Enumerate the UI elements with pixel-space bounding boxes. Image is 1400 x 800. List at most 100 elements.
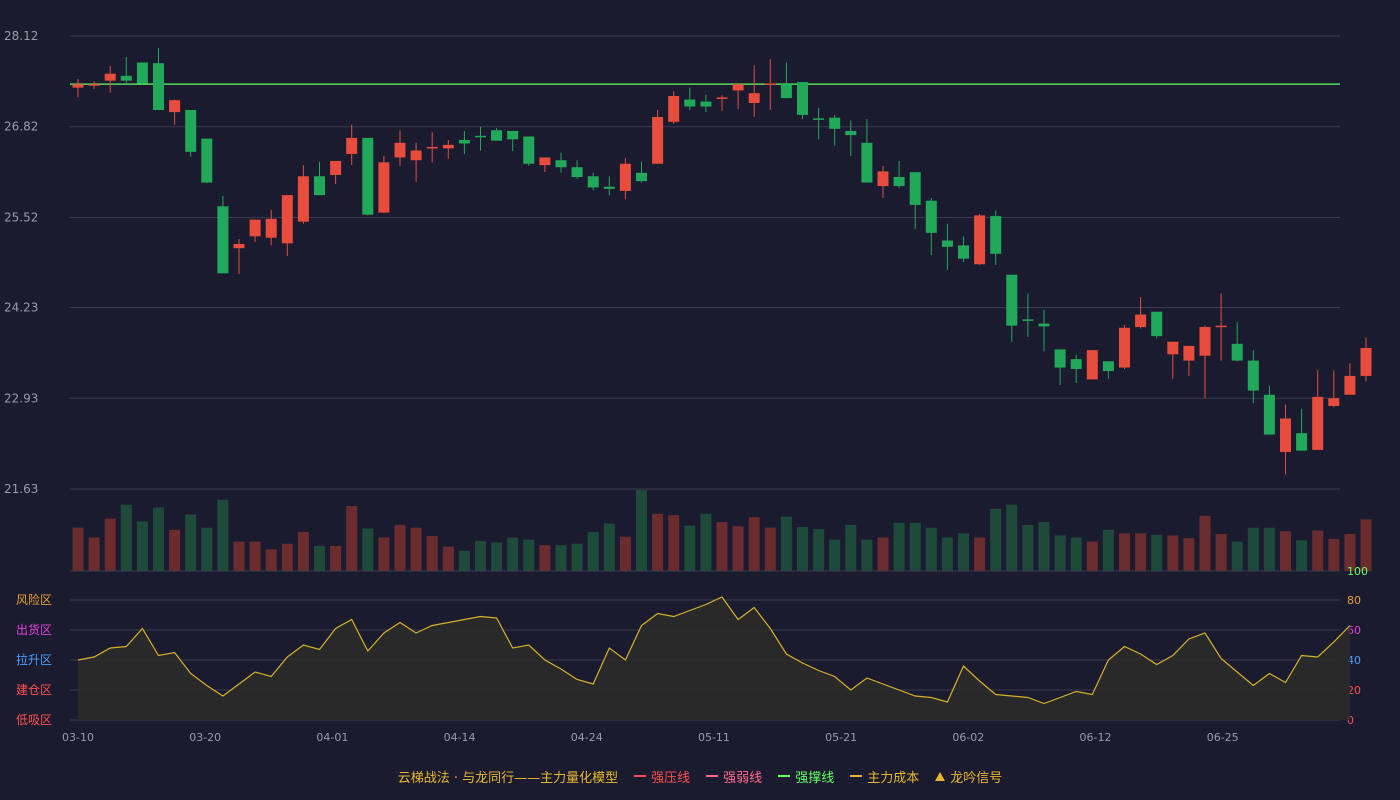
candle-body — [1006, 274, 1018, 326]
candle-body — [813, 118, 825, 120]
volume-bar — [136, 521, 148, 571]
y-tick-label: 25.52 — [4, 210, 38, 224]
volume-bar — [1296, 540, 1308, 571]
volume-bar — [941, 537, 953, 571]
volume-bar — [1054, 535, 1066, 571]
candle-body — [974, 215, 986, 265]
volume-bar — [958, 533, 969, 571]
volume-bar — [555, 545, 567, 571]
volume-bar — [893, 522, 905, 571]
candle-body — [185, 109, 197, 152]
volume-bar — [410, 527, 422, 571]
candle-body — [1199, 327, 1211, 356]
legend-item-strength[interactable]: 强弱线 — [706, 767, 762, 786]
y-tick-label: 22.93 — [4, 391, 38, 405]
legend-label: 强撑线 — [795, 770, 835, 786]
candle-body — [507, 130, 519, 140]
volume-bar — [458, 550, 470, 571]
candle-body — [619, 163, 631, 191]
candle-body — [748, 93, 760, 104]
volume-bar — [104, 518, 116, 571]
candle-body — [571, 167, 583, 177]
legend-item-resistance[interactable]: 强压线 — [634, 767, 690, 786]
volume-bar — [1022, 524, 1034, 571]
candle-body — [636, 172, 647, 182]
volume-bar — [233, 541, 245, 571]
candle-body — [378, 162, 390, 213]
volume-bar — [72, 527, 84, 571]
candle-body — [297, 176, 309, 222]
candle-body — [1247, 360, 1259, 391]
candle-body — [1086, 350, 1098, 380]
volume-bar — [1312, 530, 1324, 571]
zone-label: 出货区 — [16, 622, 52, 637]
x-tick-label: 06-25 — [1207, 731, 1239, 744]
candle-body — [1102, 361, 1114, 372]
legend-dash-icon — [850, 775, 863, 777]
volume-bar — [797, 527, 808, 571]
volume-bar — [1151, 534, 1163, 571]
candle-body — [153, 63, 164, 110]
candle-body — [1054, 349, 1066, 368]
legend-line-icon — [778, 775, 791, 777]
candle-body — [475, 135, 486, 138]
candle-body — [893, 176, 905, 187]
candle-body — [233, 244, 245, 249]
volume-bar — [265, 549, 277, 571]
legend-item-support[interactable]: 强撑线 — [778, 767, 834, 786]
volume-bar — [1280, 531, 1291, 571]
volume-bar — [571, 543, 583, 571]
candle-body — [523, 136, 535, 164]
volume-bar — [442, 546, 454, 571]
volume-bar — [1328, 538, 1340, 571]
x-tick-label: 04-24 — [571, 731, 603, 744]
volume-bar — [314, 545, 325, 571]
candle-body — [909, 172, 921, 205]
volume-bar — [700, 513, 712, 571]
volume-bar — [539, 545, 551, 571]
zone-label: 建仓区 — [16, 683, 52, 697]
volume-bar — [297, 531, 309, 571]
candle-body — [362, 137, 374, 215]
chart-legend: 云梯战法 · 与龙同行——主力量化模型 强压线 强弱线 强撑线 主力成本 龙吟信… — [0, 766, 1400, 786]
volume-bar — [378, 537, 390, 571]
volume-bar — [120, 504, 132, 571]
zone-label: 风险区 — [16, 592, 52, 607]
volume-bar — [652, 513, 664, 571]
candle-body — [1280, 418, 1291, 453]
volume-bar — [217, 499, 229, 571]
volume-bar — [716, 522, 728, 571]
candle-body — [394, 142, 406, 158]
candle-body — [684, 99, 696, 107]
volume-bar — [523, 539, 535, 571]
volume-bar — [362, 528, 374, 571]
candle-body — [603, 186, 615, 189]
candle-body — [217, 206, 229, 274]
candle-body — [1022, 319, 1034, 321]
y-tick-label: 26.82 — [4, 120, 38, 134]
candle-body — [829, 117, 841, 129]
candle-body — [201, 138, 213, 183]
volume-bar — [426, 536, 438, 571]
candle-body — [700, 101, 712, 107]
candle-body — [716, 97, 728, 99]
volume-bar — [1006, 504, 1018, 571]
candle-body — [120, 75, 132, 81]
volume-bar — [1231, 541, 1243, 571]
legend-item-cost[interactable]: 主力成本 — [850, 767, 919, 786]
volume-bar — [619, 536, 631, 571]
indicator-area — [78, 597, 1350, 720]
volume-bar — [829, 539, 841, 571]
volume-bar — [88, 537, 100, 571]
volume-bar — [1215, 533, 1227, 571]
candle-body — [990, 216, 1002, 254]
candle-body — [652, 116, 664, 164]
candle-body — [1167, 341, 1179, 355]
candle-body — [1263, 394, 1275, 435]
candle-body — [877, 171, 889, 187]
candle-body — [1183, 345, 1195, 361]
candle-body — [587, 176, 599, 188]
legend-label: 主力成本 — [867, 770, 920, 786]
candle-body — [330, 160, 342, 175]
legend-item-signal[interactable]: 龙吟信号 — [935, 767, 1002, 786]
